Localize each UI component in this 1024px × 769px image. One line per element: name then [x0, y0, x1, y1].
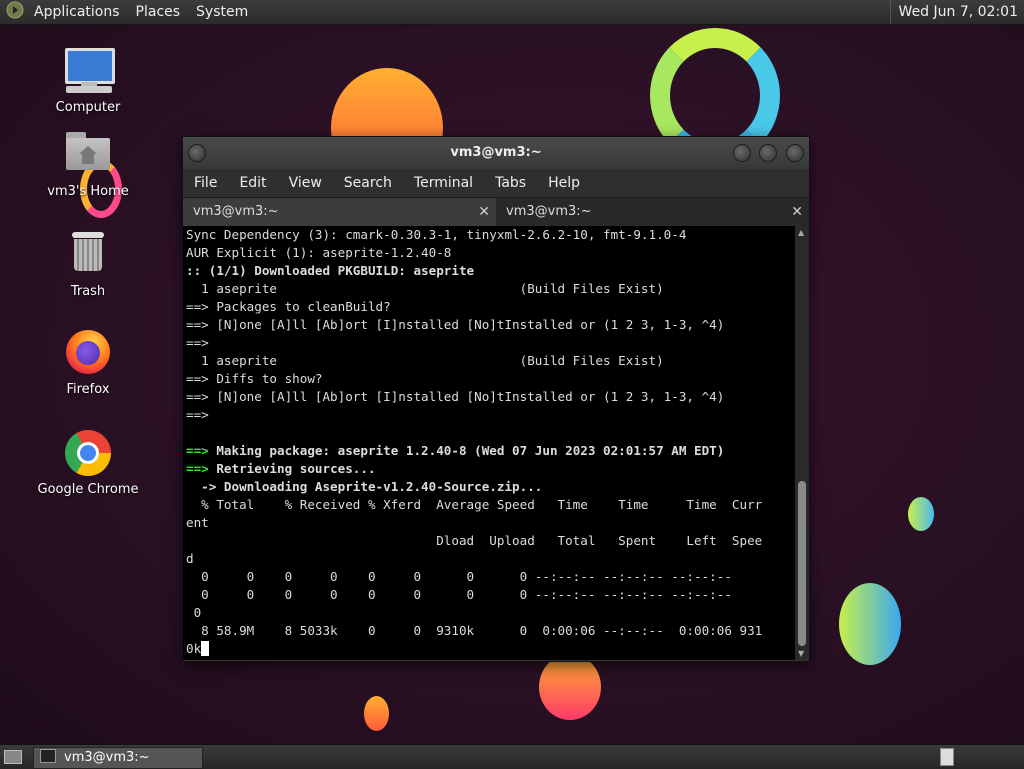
terminal-line: ==> [186, 335, 217, 350]
scrollbar-thumb[interactable] [798, 481, 806, 646]
taskbar-item-terminal[interactable]: vm3@vm3:~ [33, 747, 203, 769]
terminal-tab-2[interactable]: vm3@vm3:~ ✕ [496, 198, 809, 226]
terminal-line: ==> Diffs to show? [186, 371, 323, 386]
applications-menu[interactable]: Applications [26, 0, 128, 24]
terminal-line: -> Downloading Aseprite-v1.2.40-Source.z… [186, 479, 543, 494]
terminal-line: Sync Dependency (3): cmark-0.30.3-1, tin… [186, 227, 687, 242]
desktop-icon-chrome[interactable]: Google Chrome [33, 428, 143, 497]
terminal-line: :: (1/1) Downloaded PKGBUILD: aseprite [186, 263, 475, 278]
home-folder-icon [62, 130, 114, 182]
terminal-line-highlight: ==> Making package: aseprite 1.2.40-8 (W… [186, 443, 725, 458]
wallpaper-teal-blob [908, 497, 934, 531]
terminal-line: % Total % Received % Xferd Average Speed… [186, 497, 763, 512]
menu-view[interactable]: View [278, 175, 333, 191]
tab-label: vm3@vm3:~ [506, 204, 592, 219]
desktop-icon-label: Computer [55, 100, 121, 115]
maximize-button[interactable] [759, 144, 777, 162]
terminal-tab-1[interactable]: vm3@vm3:~ ✕ [183, 198, 496, 226]
text-cursor [201, 641, 210, 656]
menu-edit[interactable]: Edit [228, 175, 277, 191]
clock[interactable]: Wed Jun 7, 02:01 [889, 0, 1024, 24]
wallpaper-green-blue-blob [839, 583, 901, 665]
desktop-icon-label: vm3's Home [47, 184, 129, 199]
show-desktop-icon[interactable] [4, 750, 22, 764]
terminal-line: Dload Upload Total Spent Left Spee [186, 533, 763, 548]
desktop-icon-computer[interactable]: Computer [33, 46, 143, 115]
desktop-icon-label: Google Chrome [37, 482, 139, 497]
bottom-panel: vm3@vm3:~ [0, 744, 1024, 769]
places-menu[interactable]: Places [128, 0, 189, 24]
terminal-line: ==> [N]one [A]ll [Ab]ort [I]nstalled [No… [186, 317, 725, 332]
window-titlebar[interactable]: vm3@vm3:~ [183, 137, 809, 169]
window-title: vm3@vm3:~ [450, 145, 542, 160]
computer-icon [62, 46, 115, 98]
scroll-down-icon[interactable]: ▼ [798, 649, 804, 658]
terminal-line: ==> [N]one [A]ll [Ab]ort [I]nstalled [No… [186, 389, 725, 404]
terminal-output[interactable]: Sync Dependency (3): cmark-0.30.3-1, tin… [183, 226, 795, 660]
close-tab-icon[interactable]: ✕ [478, 198, 490, 226]
terminal-scrollbar[interactable]: ▲ ▼ [795, 226, 809, 660]
distro-logo-icon[interactable] [6, 1, 24, 23]
terminal-line [183, 424, 795, 442]
top-panel: Applications Places System Wed Jun 7, 02… [0, 0, 1024, 25]
terminal-line: ent [186, 515, 209, 530]
terminal-line: 8 58.9M 8 5033k 0 0 9310k 0 0:00:06 --:-… [186, 623, 763, 638]
terminal-line: ==> Packages to cleanBuild? [186, 299, 391, 314]
terminal-line-cursor: 0k [183, 640, 795, 658]
menu-search[interactable]: Search [333, 175, 403, 191]
terminal-line: 0 0 0 0 0 0 0 0 --:--:-- --:--:-- --:--:… [186, 569, 732, 584]
menu-help[interactable]: Help [537, 175, 591, 191]
terminal-icon [40, 749, 56, 763]
close-button[interactable] [786, 144, 804, 162]
terminal-window[interactable]: vm3@vm3:~ File Edit View Search Terminal… [182, 136, 810, 662]
close-tab-icon[interactable]: ✕ [791, 198, 803, 226]
terminal-line: 1 aseprite (Build Files Exist) [186, 353, 664, 368]
terminal-line-highlight: ==> Retrieving sources... [186, 461, 376, 476]
menu-terminal[interactable]: Terminal [403, 175, 484, 191]
system-menu[interactable]: System [188, 0, 256, 24]
wallpaper-tiny-orange-blob [364, 696, 389, 731]
scroll-up-icon[interactable]: ▲ [798, 228, 804, 237]
desktop-icon-home[interactable]: vm3's Home [33, 130, 143, 199]
taskbar-item-label: vm3@vm3:~ [64, 750, 150, 765]
terminal-line: d [186, 551, 194, 566]
terminal-tabbar: vm3@vm3:~ ✕ vm3@vm3:~ ✕ [183, 197, 809, 226]
wallpaper-bottom-orange-blob [539, 654, 601, 720]
terminal-line: 0k [186, 641, 202, 656]
desktop-icon-firefox[interactable]: Firefox [33, 328, 143, 397]
terminal-line: AUR Explicit (1): aseprite-1.2.40-8 [186, 245, 452, 260]
trash-icon [62, 230, 114, 282]
window-menu-button[interactable] [188, 144, 206, 162]
minimize-button[interactable] [733, 144, 751, 162]
terminal-line: 0 0 0 0 0 0 0 0 --:--:-- --:--:-- --:--:… [186, 587, 732, 602]
desktop-icon-trash[interactable]: Trash [33, 230, 143, 299]
terminal-line: 1 aseprite (Build Files Exist) [186, 281, 664, 296]
desktop-icon-label: Trash [70, 284, 106, 299]
terminal-line: 0 [186, 605, 202, 620]
menu-file[interactable]: File [183, 175, 228, 191]
terminal-menubar: File Edit View Search Terminal Tabs Help [183, 169, 809, 197]
workspace-switcher-icon[interactable] [940, 748, 954, 766]
menu-tabs[interactable]: Tabs [484, 175, 537, 191]
tab-label: vm3@vm3:~ [193, 204, 279, 219]
chrome-icon [62, 428, 114, 480]
terminal-line: ==> [186, 407, 217, 422]
desktop-icon-label: Firefox [66, 382, 110, 397]
firefox-icon [62, 328, 114, 380]
